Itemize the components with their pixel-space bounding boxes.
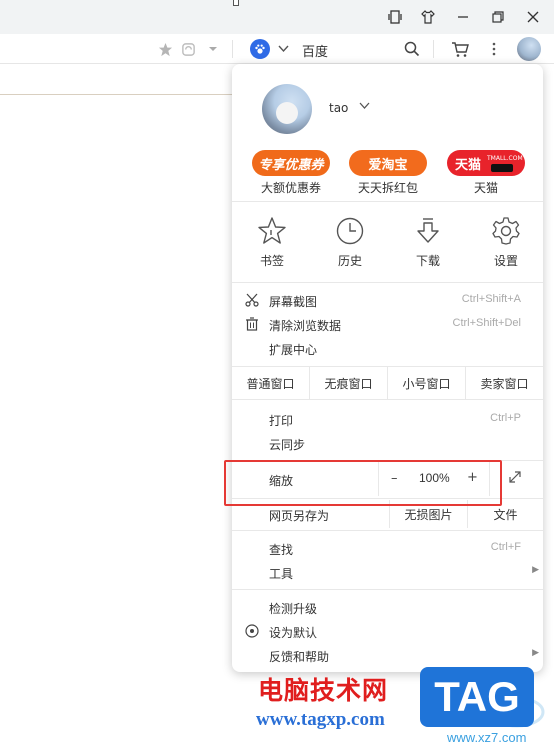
search-engine-label: 百度 bbox=[302, 45, 329, 60]
menu-item-screenshot[interactable]: 屏幕截图 Ctrl+Shift+A bbox=[232, 288, 543, 312]
window-mode-row: 普通窗口 无痕窗口 小号窗口 卖家窗口 bbox=[232, 366, 543, 400]
menu-label: 屏幕截图 bbox=[269, 295, 318, 309]
menu-item-extensions[interactable]: 扩展中心 bbox=[232, 336, 543, 360]
toolbar-divider bbox=[433, 40, 434, 58]
toolbar: 百度 bbox=[0, 34, 554, 64]
quick-label: 设置 bbox=[493, 254, 518, 268]
title-bar bbox=[0, 0, 554, 34]
menu-item-sync[interactable]: 云同步 bbox=[232, 431, 543, 455]
watermark-site: www.xz7.com bbox=[447, 730, 527, 745]
watermark-title: 电脑技术网 bbox=[258, 676, 389, 705]
trash-icon bbox=[244, 316, 260, 332]
fullscreen-icon[interactable] bbox=[508, 470, 522, 488]
promo-badge: 专享优惠券 bbox=[252, 150, 330, 176]
more-icon[interactable] bbox=[484, 39, 504, 59]
quick-bookmarks[interactable]: 书签 bbox=[248, 216, 296, 269]
quick-label: 历史 bbox=[337, 254, 362, 268]
dropdown-icon[interactable] bbox=[203, 39, 223, 59]
highlight-box bbox=[224, 460, 502, 506]
close-icon[interactable] bbox=[516, 0, 550, 34]
menu-item-find[interactable]: 查找 Ctrl+F bbox=[232, 536, 543, 560]
promo-tmall[interactable]: 天猫 TMALL.COM 天猫 bbox=[445, 150, 527, 196]
refresh-icon[interactable] bbox=[178, 39, 198, 59]
menu-label: 设为默认 bbox=[269, 626, 318, 640]
menu-divider bbox=[232, 589, 543, 590]
avatar-icon[interactable] bbox=[517, 37, 541, 61]
quick-history[interactable]: 历史 bbox=[326, 216, 374, 269]
menu-shortcut: Ctrl+P bbox=[490, 412, 521, 424]
watermark-url: www.tagxp.com bbox=[256, 709, 385, 730]
menu-label: 打印 bbox=[269, 414, 294, 428]
chevron-right-icon: ▶ bbox=[532, 565, 539, 575]
menu-item-print[interactable]: 打印 Ctrl+P bbox=[232, 407, 543, 431]
search-engine-selector[interactable] bbox=[250, 38, 289, 60]
menu-shortcut: Ctrl+F bbox=[490, 541, 521, 553]
star-icon[interactable] bbox=[155, 39, 175, 59]
bookmark-star-icon bbox=[257, 216, 287, 246]
menu-shortcut: Ctrl+Shift+Del bbox=[452, 317, 521, 329]
promo-label: 大额优惠券 bbox=[260, 181, 321, 195]
promo-badge-sub: TMALL.COM bbox=[487, 155, 523, 162]
menu-item-check-update[interactable]: 检测升级 bbox=[232, 595, 543, 619]
watermark-tag: TAG bbox=[420, 667, 534, 727]
promo-coupon[interactable]: 专享优惠券 大额优惠券 bbox=[250, 150, 332, 196]
quick-downloads[interactable]: 下载 bbox=[404, 216, 452, 269]
window-normal-button[interactable]: 普通窗口 bbox=[232, 367, 310, 399]
search-icon[interactable] bbox=[402, 39, 422, 59]
toolbar-divider bbox=[232, 40, 233, 58]
quick-label: 书签 bbox=[259, 254, 284, 268]
cart-icon[interactable] bbox=[450, 39, 470, 59]
window-small-button[interactable]: 小号窗口 bbox=[388, 367, 466, 399]
menu-divider bbox=[232, 282, 543, 283]
window-incognito-button[interactable]: 无痕窗口 bbox=[310, 367, 388, 399]
menu-label: 检测升级 bbox=[269, 602, 318, 616]
chevron-down-icon bbox=[278, 42, 289, 56]
menu-divider bbox=[232, 530, 543, 531]
promo-taobao[interactable]: 爱淘宝 天天拆红包 bbox=[347, 150, 429, 196]
download-icon bbox=[413, 216, 443, 246]
browser-menu: tao 专享优惠券 大额优惠券 爱淘宝 天天拆红包 天猫 TMALL.COM 天… bbox=[232, 64, 543, 672]
promo-label: 天猫 bbox=[473, 181, 498, 195]
promo-label: 天天拆红包 bbox=[357, 181, 418, 195]
restore-icon[interactable] bbox=[481, 0, 515, 34]
reader-icon[interactable] bbox=[378, 0, 412, 34]
menu-label: 查找 bbox=[269, 543, 294, 557]
menu-divider bbox=[232, 201, 543, 202]
page-divider bbox=[0, 94, 232, 95]
promo-badge-text: 天猫 bbox=[455, 157, 482, 173]
quick-settings[interactable]: 设置 bbox=[482, 216, 530, 269]
menu-item-set-default[interactable]: 设为默认 bbox=[232, 619, 543, 643]
menu-label: 云同步 bbox=[269, 438, 306, 452]
menu-label: 工具 bbox=[269, 567, 294, 581]
profile-name[interactable]: tao bbox=[329, 101, 348, 115]
chevron-right-icon: ▶ bbox=[532, 648, 539, 658]
window-seller-button[interactable]: 卖家窗口 bbox=[466, 367, 543, 399]
drag-handle[interactable] bbox=[233, 0, 239, 6]
cat-face-icon bbox=[491, 164, 513, 172]
menu-label: 清除浏览数据 bbox=[269, 319, 342, 333]
menu-item-feedback[interactable]: 反馈和帮助 ▶ bbox=[232, 643, 543, 667]
menu-label: 扩展中心 bbox=[269, 343, 318, 357]
menu-shortcut: Ctrl+Shift+A bbox=[461, 293, 521, 305]
default-target-icon bbox=[244, 623, 260, 639]
quick-label: 下载 bbox=[415, 254, 440, 268]
minimize-icon[interactable] bbox=[446, 0, 480, 34]
gear-icon bbox=[491, 216, 521, 246]
menu-item-tools[interactable]: 工具 ▶ bbox=[232, 560, 543, 584]
paw-icon bbox=[250, 39, 270, 59]
profile-avatar[interactable] bbox=[262, 84, 312, 134]
promo-badge: 爱淘宝 bbox=[349, 150, 427, 176]
promo-badge: 天猫 TMALL.COM bbox=[447, 150, 525, 176]
save-as-label: 网页另存为 bbox=[269, 509, 330, 523]
scissors-icon bbox=[244, 292, 260, 308]
menu-label: 反馈和帮助 bbox=[269, 650, 330, 664]
shirt-icon[interactable] bbox=[411, 0, 445, 34]
profile-chevron-icon[interactable] bbox=[359, 99, 370, 113]
menu-item-clear-data[interactable]: 清除浏览数据 Ctrl+Shift+Del bbox=[232, 312, 543, 336]
clock-icon bbox=[335, 216, 365, 246]
